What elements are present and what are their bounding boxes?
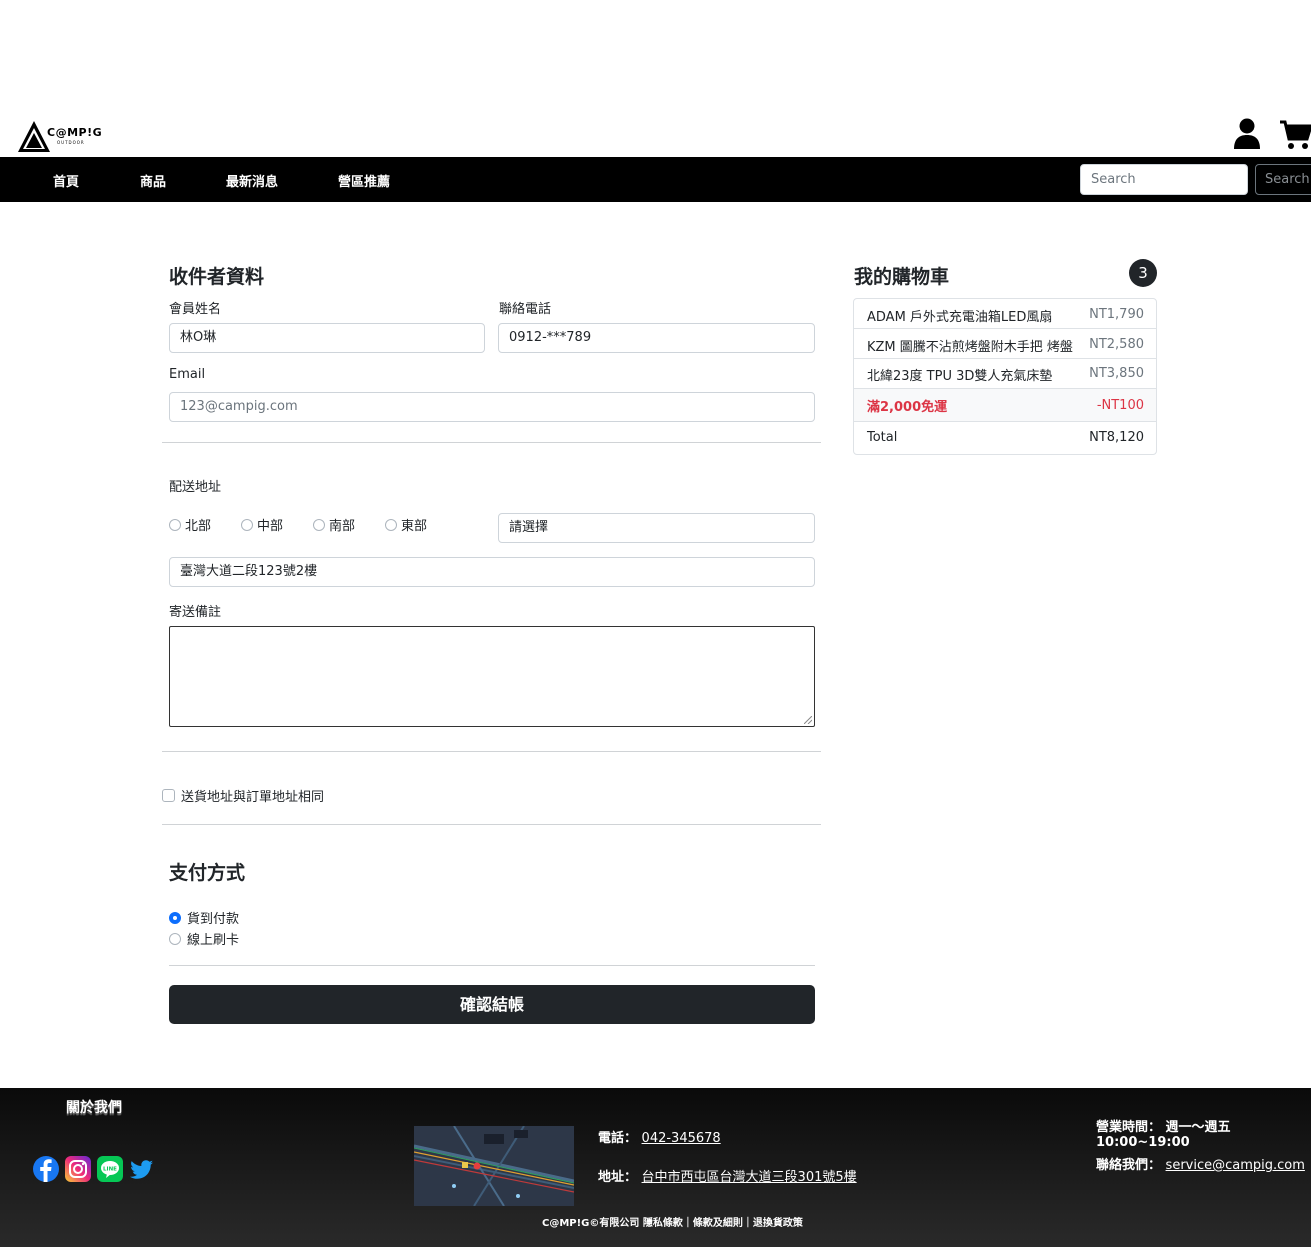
instagram-icon[interactable] — [65, 1156, 91, 1182]
region-radio-south[interactable]: 南部 — [313, 515, 355, 534]
region-north-label: 北部 — [185, 519, 212, 534]
search-input[interactable] — [1080, 164, 1248, 195]
address-field[interactable]: 臺灣大道二段123號2樓 — [169, 557, 815, 587]
email-field[interactable]: 123@campig.com — [169, 392, 815, 422]
phone-label: 電話： — [598, 1131, 638, 1146]
cart-title: 我的購物車 — [854, 266, 950, 288]
hours-label: 營業時間： — [1096, 1120, 1162, 1135]
total-price: NT8,120 — [1089, 430, 1144, 445]
region-radio-north[interactable]: 北部 — [169, 515, 211, 534]
footer-copyright[interactable]: C@MP!G©有限公司 隱私條款｜條款及細則｜退換貨政策 — [542, 1214, 803, 1229]
cart-discount-row: 滿2,000免運 -NT100 — [854, 389, 1156, 422]
address-label: 地址： — [598, 1170, 638, 1185]
same-address-checkbox[interactable]: 送貨地址與訂單地址相同 — [162, 786, 324, 805]
region-radio-central[interactable]: 中部 — [241, 515, 283, 534]
logo-text: C@MP!G — [47, 126, 103, 139]
note-textarea[interactable] — [169, 626, 815, 727]
checkbox-icon[interactable] — [162, 789, 175, 802]
name-field[interactable]: 林O琳 — [169, 323, 485, 353]
logo-subtext: OUTDOOR — [57, 140, 85, 145]
radio-card-icon[interactable] — [169, 932, 181, 945]
divider — [162, 751, 821, 752]
checkout-button[interactable]: 確認結帳 — [169, 985, 815, 1024]
radio-north-icon[interactable] — [169, 518, 181, 531]
city-select[interactable]: 請選擇 — [498, 513, 815, 543]
email-label: Email — [169, 367, 206, 382]
region-radio-east[interactable]: 東部 — [385, 515, 427, 534]
note-label: 寄送備註 — [169, 605, 222, 620]
footer-phone: 電話： 042-345678 — [598, 1127, 721, 1146]
site-footer: 關於我們 LINE 電話： 042-345678 地址： 台中市西屯區台灣大道三… — [0, 1088, 1311, 1247]
search-button[interactable]: Search — [1255, 164, 1311, 195]
cart-item-name: 北緯23度 TPU 3D雙人充氣床墊 — [867, 369, 1053, 384]
payment-title: 支付方式 — [169, 862, 246, 884]
divider — [162, 824, 821, 825]
radio-central-icon[interactable] — [241, 518, 253, 531]
mountain-logo-icon — [18, 121, 50, 152]
phone-link[interactable]: 042-345678 — [642, 1131, 721, 1146]
discount-price: -NT100 — [1096, 398, 1144, 413]
phone-field[interactable]: 0912-***789 — [498, 323, 815, 353]
cart-count-badge: 3 — [1129, 259, 1157, 287]
divider — [169, 965, 815, 966]
cart-item-price: NT1,790 — [1089, 307, 1144, 322]
cart-item-price: NT3,850 — [1089, 366, 1144, 381]
footer-contact: 聯絡我們： service@campig.com — [1096, 1154, 1305, 1173]
cart-item-price: NT2,580 — [1089, 337, 1144, 352]
brand-logo[interactable]: C@MP!G OUTDOOR — [17, 120, 102, 153]
payment-card-label: 線上刷卡 — [187, 933, 240, 948]
payment-card-option[interactable]: 線上刷卡 — [169, 929, 239, 948]
cart-item: ADAM 戶外式充電油箱LED風扇 NT1,790 — [854, 299, 1156, 329]
region-south-label: 南部 — [329, 519, 356, 534]
location-map[interactable] — [414, 1126, 574, 1206]
main-navbar: 首頁 商品 最新消息 營區推薦 Search — [0, 157, 1311, 202]
nav-home[interactable]: 首頁 — [53, 171, 79, 190]
nav-news[interactable]: 最新消息 — [226, 171, 278, 190]
divider — [162, 442, 821, 443]
cart-item: 北緯23度 TPU 3D雙人充氣床墊 NT3,850 — [854, 359, 1156, 389]
name-label: 會員姓名 — [169, 302, 222, 317]
facebook-icon[interactable] — [33, 1156, 59, 1182]
svg-text:LINE: LINE — [103, 1167, 117, 1173]
radio-cod-icon[interactable] — [169, 911, 181, 924]
recipient-title: 收件者資料 — [169, 266, 265, 288]
phone-label: 聯絡電話 — [499, 302, 552, 317]
same-address-label: 送貨地址與訂單地址相同 — [181, 790, 325, 805]
radio-east-icon[interactable] — [385, 518, 397, 531]
payment-cod-label: 貨到付款 — [187, 912, 240, 927]
cart-item-name: ADAM 戶外式充電油箱LED風扇 — [867, 310, 1053, 325]
about-us-link[interactable]: 關於我們 — [66, 1097, 122, 1117]
region-central-label: 中部 — [257, 519, 284, 534]
contact-email-link[interactable]: service@campig.com — [1166, 1158, 1305, 1173]
resize-grip-icon[interactable] — [804, 716, 812, 724]
discount-name: 滿2,000免運 — [867, 400, 948, 415]
total-label: Total — [867, 430, 898, 445]
cart-icon[interactable] — [1280, 120, 1311, 150]
twitter-icon[interactable] — [129, 1156, 155, 1182]
radio-south-icon[interactable] — [313, 518, 325, 531]
footer-hours: 營業時間： 週一～週五 10:00~19:00 — [1096, 1116, 1311, 1150]
nav-campsites[interactable]: 營區推薦 — [338, 171, 390, 190]
cart-list: ADAM 戶外式充電油箱LED風扇 NT1,790 KZM 圖騰不沾煎烤盤附木手… — [853, 298, 1157, 455]
cart-total-row: Total NT8,120 — [854, 422, 1156, 454]
footer-address: 地址： 台中市西屯區台灣大道三段301號5樓 — [598, 1166, 857, 1185]
cart-item: KZM 圖騰不沾煎烤盤附木手把 烤盤 NT2,580 — [854, 329, 1156, 359]
contact-label: 聯絡我們： — [1096, 1158, 1162, 1173]
user-icon[interactable] — [1233, 118, 1261, 150]
region-east-label: 東部 — [401, 519, 428, 534]
shipping-label: 配送地址 — [169, 480, 222, 495]
line-icon[interactable]: LINE — [97, 1156, 123, 1182]
nav-products[interactable]: 商品 — [140, 171, 166, 190]
address-link[interactable]: 台中市西屯區台灣大道三段301號5樓 — [642, 1170, 857, 1185]
cart-item-name: KZM 圖騰不沾煎烤盤附木手把 烤盤 — [867, 340, 1073, 355]
payment-cod-option[interactable]: 貨到付款 — [169, 908, 239, 927]
